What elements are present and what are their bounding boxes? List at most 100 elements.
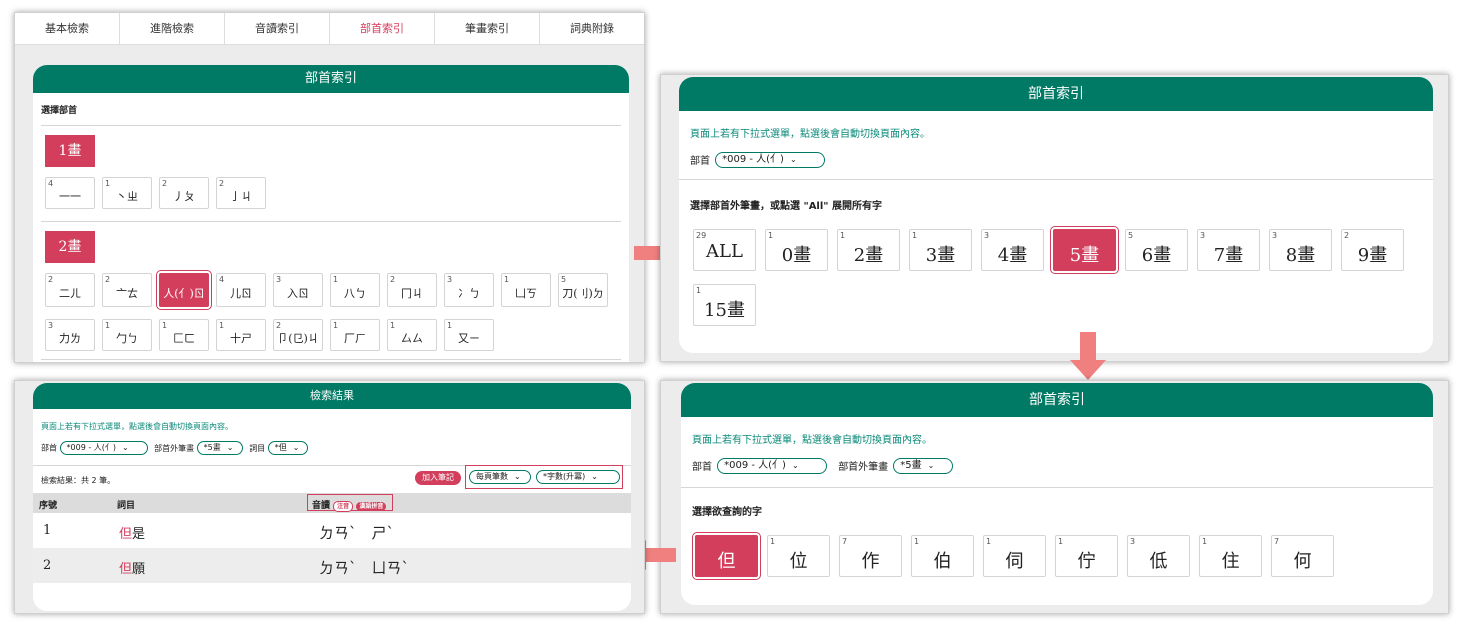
tile-label: 儿ㄖ [230,287,252,300]
tile-label: 又ㄧ [458,332,480,345]
radical-select[interactable]: *009 - 人(亻) ⌄ [715,151,826,168]
tile-label: 勹ㄅ [116,332,138,345]
stroke-count-button[interactable]: 1 3畫 [909,229,972,271]
tile-label: 8畫 [1285,245,1316,266]
character-button[interactable]: 1佇 [1055,535,1118,577]
character-button[interactable]: 1伺 [983,535,1046,577]
entry-head-char: 但 [119,562,133,577]
character-button[interactable]: 1位 [767,535,830,577]
radical-tile[interactable]: 4 儿ㄖ [216,273,266,307]
tab-radical-index[interactable]: 部首索引 [330,13,435,44]
stroke-count-button[interactable]: 1 2畫 [837,229,900,271]
tile-label: 何 [1293,551,1312,572]
count-label: 1 [914,537,920,546]
reading-header: 音讀 注音 漢語拼音 [307,494,393,512]
entry-word[interactable]: 但願 [119,558,145,577]
stroke-count-button[interactable]: 1 0畫 [765,229,828,271]
stroke-count-button[interactable]: 29 ALL [693,229,756,271]
stroke-group-1-heading: 1畫 [45,135,95,167]
dropdown-hint: 頁面上若有下拉式選單，點選後會自動切換頁面內容。 [692,435,932,446]
count-label: 1 [840,231,846,240]
radical-tile[interactable]: 1 勹ㄅ [102,319,152,351]
stroke-count-button[interactable]: 3 7畫 [1197,229,1260,271]
radical-tile[interactable]: 2 冂ㄐ [387,273,437,307]
radical-tile[interactable]: 1 八ㄅ [330,273,380,307]
sort-select[interactable]: *字數(升冪) ⌄ [536,470,620,484]
tile-label: 15畫 [704,300,745,321]
tile-label: 位 [789,551,808,572]
stroke-card: 部首索引 頁面上若有下拉式選單，點選後會自動切換頁面內容。 部首 *009 - … [679,77,1433,353]
character-select-panel: 部首索引 頁面上若有下拉式選單，點選後會自動切換頁面內容。 部首 *009 - … [660,380,1449,614]
tab-appendix[interactable]: 詞典附錄 [540,13,644,44]
count-label: 2 [105,275,111,284]
radical-select[interactable]: *009 - 人(亻) ⌄ [717,457,828,474]
radical-tile[interactable]: 3 冫ㄅ [444,273,494,307]
strokes-select[interactable]: *5畫 ⌄ [196,441,243,455]
chevron-down-icon: ⌄ [791,460,799,470]
radical-tile[interactable]: 1 又ㄧ [444,319,494,351]
stroke-count-button[interactable]: 1 15畫 [693,284,756,326]
radical-tile[interactable]: 人(亻)ㄖ [156,270,212,310]
count-label: 1 [333,321,339,330]
radical-tile[interactable]: 5 刀(刂)ㄉ [558,273,608,307]
character-button[interactable]: 但 [692,532,761,580]
tile-label: 伺 [1005,551,1024,572]
count-label: 5 [561,275,567,284]
stroke-count-button[interactable]: 5 6畫 [1125,229,1188,271]
count-label: 1 [105,179,111,188]
radical-tile[interactable]: 1 匚ㄈ [159,319,209,351]
radical-select[interactable]: *009 - 人(亻) ⌄ [59,441,148,455]
stroke-count-button[interactable]: 5畫 [1050,226,1119,274]
radical-tile[interactable]: 1 丶ㄓ [102,177,152,209]
table-row[interactable]: 2 但願 ㄉㄢˋ ㄩㄢˋ [33,548,631,583]
add-note-button[interactable]: 加入筆記 [415,471,461,485]
radical-tile[interactable]: 2 丿ㄆ [159,177,209,209]
entry-word[interactable]: 但是 [119,523,145,542]
count-label: 4 [219,275,225,284]
count-label: 1 [1058,537,1064,546]
count-label: 2 [162,179,168,188]
table-row[interactable]: 1 但是 ㄉㄢˋ ㄕˋ [33,513,631,548]
character-button[interactable]: 3低 [1127,535,1190,577]
tab-bar: 基本檢索 進階檢索 音讀索引 部首索引 筆畫索引 詞典附錄 [15,13,644,45]
stroke-count-button[interactable]: 3 4畫 [981,229,1044,271]
filter-row: 部首 *009 - 人(亻) ⌄ 部首外筆畫 *5畫 ⌄ 詞目 *但 ⌄ [41,441,308,455]
tab-pronunciation-index[interactable]: 音讀索引 [225,13,330,44]
radical-tile[interactable]: 2 亠ㄊ [102,273,152,307]
entry-reading: ㄉㄢˋ ㄩㄢˋ [319,559,410,577]
radical-tile[interactable]: 1 厂ㄏ [330,319,380,351]
radical-tile[interactable]: 2 二ㄦ [45,273,95,307]
character-button[interactable]: 1住 [1199,535,1262,577]
zhuyin-toggle[interactable]: 注音 [333,501,354,512]
radical-tile[interactable]: 2 亅ㄐ [216,177,266,209]
word-select[interactable]: *但 ⌄ [267,441,308,455]
radical-tile[interactable]: 1 凵ㄎ [501,273,551,307]
tab-basic-search[interactable]: 基本檢索 [15,13,120,44]
chevron-down-icon: ⌄ [591,472,598,481]
character-button[interactable]: 7作 [839,535,902,577]
per-page-select[interactable]: 每頁筆數 ⌄ [469,470,531,484]
stroke-count-button[interactable]: 2 9畫 [1341,229,1404,271]
radical-tile[interactable]: 3 入ㄖ [273,273,323,307]
tab-stroke-index[interactable]: 筆畫索引 [435,13,540,44]
stroke-count-button[interactable]: 3 8畫 [1269,229,1332,271]
card-title: 部首索引 [33,65,629,93]
tab-advanced-search[interactable]: 進階檢索 [120,13,225,44]
radical-tile[interactable]: 3 力ㄌ [45,319,95,351]
character-button[interactable]: 7何 [1271,535,1334,577]
radical-index-panel: 基本檢索 進階檢索 音讀索引 部首索引 筆畫索引 詞典附錄 部首索引 選擇部首 … [14,12,645,363]
tile-label: 刀(刂)ㄉ [562,287,604,300]
count-label: 1 [105,321,111,330]
tile-label: 一一 [59,190,81,203]
count-label: 3 [1200,231,1206,240]
strokes-select[interactable]: *5畫 ⌄ [893,457,954,474]
character-button[interactable]: 1伯 [911,535,974,577]
radical-tile[interactable]: 1 十ㄕ [216,319,266,351]
radical-tile[interactable]: 1 厶ㄙ [387,319,437,351]
pinyin-toggle[interactable]: 漢語拼音 [356,502,387,511]
count-label: 29 [696,231,707,240]
radical-tile[interactable]: 2 卩(㔾)ㄐ [273,319,323,351]
count-label: 2 [219,179,225,188]
radical-tile[interactable]: 4 一一 [45,177,95,209]
search-results-panel: 檢索結果 頁面上若有下拉式選單，點選後會自動切換頁面內容。 部首 *009 - … [14,380,645,614]
